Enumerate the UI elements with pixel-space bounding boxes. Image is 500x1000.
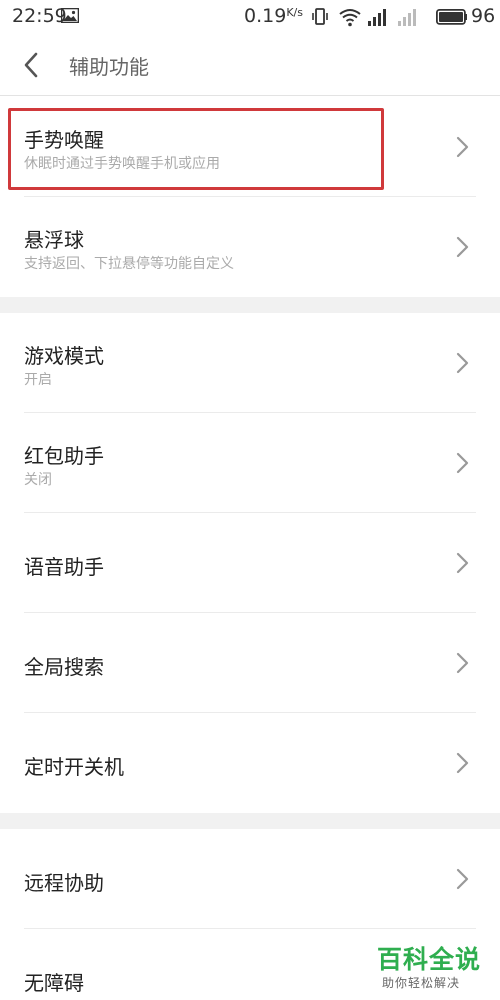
setting-title: 红包助手 [24,444,104,468]
setting-title: 全局搜索 [24,655,104,679]
setting-title: 语音助手 [24,555,104,579]
chevron-right-icon [456,236,469,258]
setting-voice-assistant[interactable]: 语音助手 [0,513,500,613]
network-speed: 0.19K/s [244,5,303,27]
status-icons [312,8,467,27]
signal-strength-icon [368,9,386,26]
setting-subtitle: 开启 [24,372,52,388]
setting-title: 手势唤醒 [24,128,104,152]
section-gap [0,297,500,313]
battery-percent: 96 [471,5,496,27]
setting-red-packet-assistant[interactable]: 红包助手 关闭 [0,413,500,513]
section-gap [0,813,500,829]
signal-empty-icon [398,9,416,26]
chevron-right-icon [456,352,469,374]
chevron-right-icon [456,136,469,158]
vibrate-icon [312,8,328,25]
setting-game-mode[interactable]: 游戏模式 开启 [0,313,500,413]
watermark-subtitle: 助你轻松解决 [382,976,461,990]
watermark-logo: 百科全说 助你轻松解决 [377,940,487,992]
battery-icon [435,8,467,25]
setting-floating-ball[interactable]: 悬浮球 支持返回、下拉悬停等功能自定义 [0,197,500,297]
watermark-title: 百科全说 [377,945,482,974]
title-bar: 辅助功能 [0,34,500,96]
status-time: 22:59 [12,5,67,27]
chevron-right-icon [456,652,469,674]
setting-global-search[interactable]: 全局搜索 [0,613,500,713]
setting-scheduled-power[interactable]: 定时开关机 [0,713,500,813]
setting-subtitle: 关闭 [24,472,52,488]
setting-title: 悬浮球 [24,228,84,252]
wifi-icon [339,9,361,27]
back-arrow-icon[interactable] [18,48,46,82]
chevron-right-icon [456,868,469,890]
image-notification-icon [61,8,79,23]
setting-subtitle: 支持返回、下拉悬停等功能自定义 [24,256,234,272]
status-bar: 22:59 0.19K/s 96 [0,0,500,34]
setting-subtitle: 休眠时通过手势唤醒手机或应用 [24,156,220,172]
chevron-right-icon [456,452,469,474]
setting-title: 游戏模式 [24,344,104,368]
page-title: 辅助功能 [69,55,149,79]
setting-remote-assist[interactable]: 远程协助 [0,829,500,929]
setting-title: 远程协助 [24,871,104,895]
chevron-right-icon [456,552,469,574]
chevron-right-icon [456,752,469,774]
setting-title: 无障碍 [24,971,84,995]
setting-title: 定时开关机 [24,755,124,779]
setting-gesture-wake[interactable]: 手势唤醒 休眠时通过手势唤醒手机或应用 [0,97,500,197]
